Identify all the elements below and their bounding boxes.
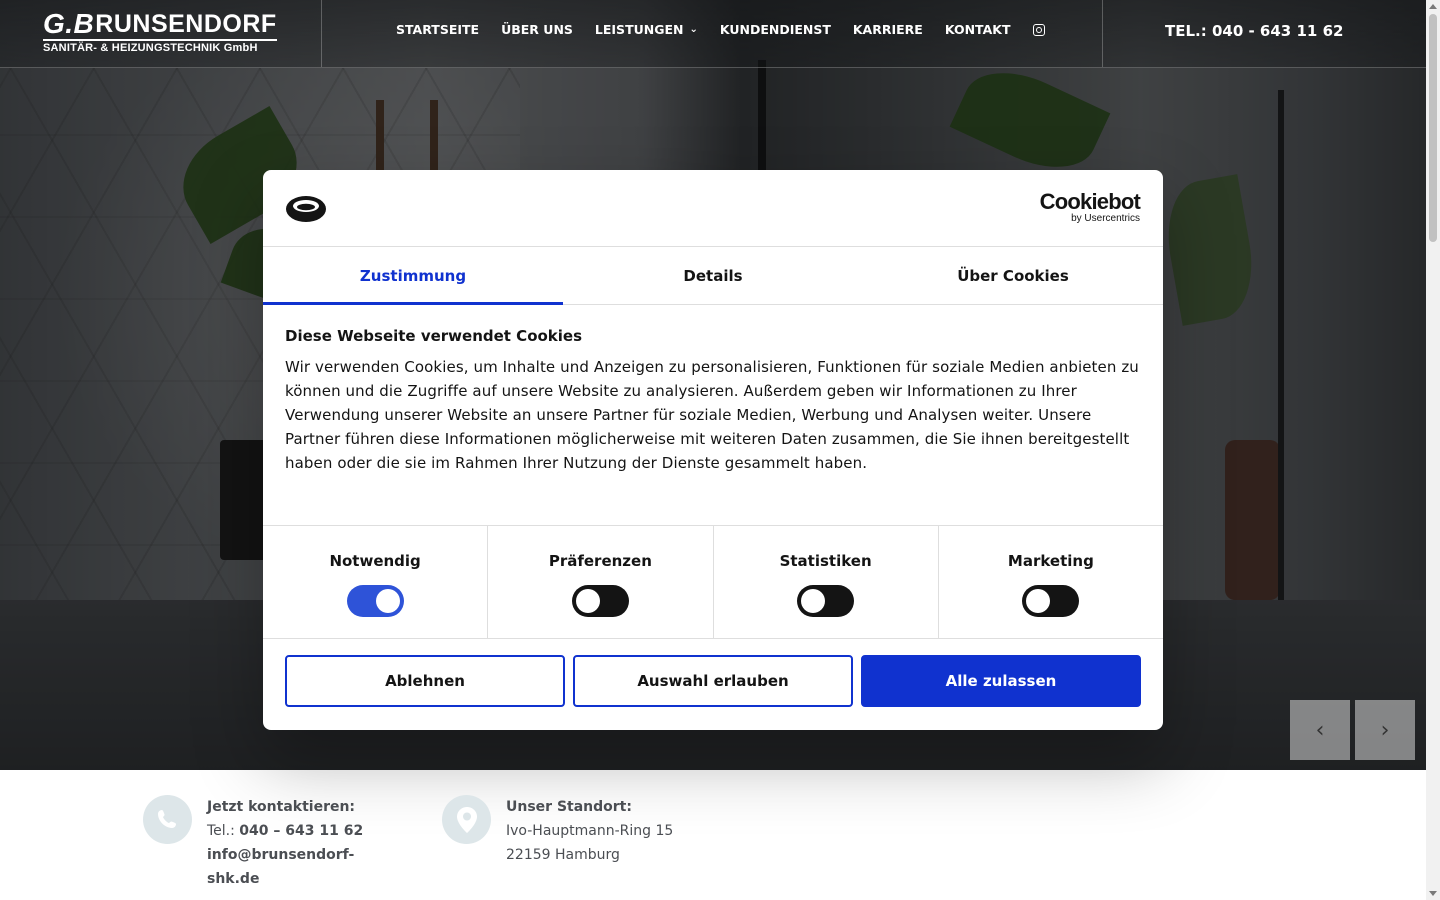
toggle-statistiken[interactable] bbox=[797, 585, 855, 617]
header-divider bbox=[1102, 0, 1103, 67]
tab-zustimmung[interactable]: Zustimmung bbox=[263, 247, 563, 305]
toggle-knob bbox=[801, 589, 826, 613]
dialog-tabs: Zustimmung Details Über Cookies bbox=[263, 247, 1163, 305]
header-divider bbox=[321, 0, 322, 67]
company-logo[interactable]: G.B RUNSENDORF SANITÄR- & HEIZUNGSTECHNIK… bbox=[43, 10, 277, 54]
nav-item-leistungen[interactable]: LEISTUNGEN ⌄ bbox=[595, 22, 698, 37]
cookiebot-byline: by Usercentrics bbox=[1071, 213, 1140, 224]
category-label: Präferenzen bbox=[548, 552, 652, 570]
tab-ueber-cookies[interactable]: Über Cookies bbox=[863, 247, 1163, 304]
logo-wordmark: G.B RUNSENDORF bbox=[43, 8, 277, 39]
main-nav: STARTSEITE ÜBER UNS LEISTUNGEN ⌄ KUNDENDI… bbox=[396, 22, 1067, 37]
nav-item-ueber-uns[interactable]: ÜBER UNS bbox=[501, 22, 573, 37]
category-marketing: Marketing bbox=[939, 526, 1163, 638]
instagram-icon bbox=[1032, 23, 1045, 36]
toggle-marketing[interactable] bbox=[1022, 585, 1080, 617]
tab-details[interactable]: Details bbox=[563, 247, 863, 304]
logo-initials: G.B bbox=[43, 8, 95, 39]
contact-email-link[interactable]: info@brunsendorf- bbox=[207, 847, 354, 863]
category-label: Notwendig bbox=[329, 552, 421, 570]
tel-label: Tel.: bbox=[207, 823, 235, 839]
header-phone[interactable]: TEL.: 040 - 643 11 62 bbox=[1165, 22, 1343, 40]
chevron-right-icon: › bbox=[1380, 717, 1390, 743]
page-scrollbar[interactable] bbox=[1426, 0, 1440, 900]
toggle-knob bbox=[375, 589, 400, 613]
location-heading: Unser Standort: bbox=[506, 799, 632, 815]
location-block: Unser Standort: Ivo-Hauptmann-Ring 15 22… bbox=[442, 795, 673, 867]
contact-info: Jetzt kontaktieren: Tel.: 040 – 643 11 6… bbox=[207, 795, 363, 891]
chevron-left-icon: ‹ bbox=[1315, 717, 1325, 743]
contact-email-link-cont[interactable]: shk.de bbox=[207, 871, 259, 887]
allow-selection-button[interactable]: Auswahl erlauben bbox=[573, 655, 853, 707]
slider-next-button[interactable]: › bbox=[1355, 700, 1415, 760]
dialog-actions: Ablehnen Auswahl erlauben Alle zulassen bbox=[263, 639, 1163, 723]
deny-button[interactable]: Ablehnen bbox=[285, 655, 565, 707]
logo-brand: RUNSENDORF bbox=[95, 10, 277, 38]
category-statistiken: Statistiken bbox=[714, 526, 939, 638]
toggle-praeferenzen[interactable] bbox=[571, 585, 629, 617]
toggle-notwendig[interactable] bbox=[346, 585, 404, 617]
category-praeferenzen: Präferenzen bbox=[488, 526, 714, 638]
category-notwendig: Notwendig bbox=[263, 526, 489, 638]
dialog-body: Diese Webseite verwendet Cookies Wir ver… bbox=[263, 305, 1163, 526]
nav-item-label: LEISTUNGEN bbox=[594, 22, 684, 37]
map-pin-icon bbox=[442, 795, 491, 844]
dialog-description: Wir verwenden Cookies, um Inhalte und An… bbox=[285, 358, 1139, 472]
scroll-up-arrow-icon[interactable] bbox=[1429, 4, 1437, 9]
cookiebot-wordmark: Cookiebot bbox=[1039, 189, 1141, 214]
allow-all-button[interactable]: Alle zulassen bbox=[861, 655, 1141, 707]
toggle-knob bbox=[575, 589, 600, 613]
site-header: G.B RUNSENDORF SANITÄR- & HEIZUNGSTECHNIK… bbox=[0, 0, 1426, 68]
dialog-header: Cookiebot by Usercentrics bbox=[263, 170, 1163, 247]
phone-icon bbox=[143, 795, 192, 844]
cookie-consent-dialog: Cookiebot by Usercentrics Zustimmung Det… bbox=[263, 170, 1163, 730]
category-label: Marketing bbox=[1007, 552, 1094, 570]
cookie-categories: Notwendig Präferenzen Statistiken Market… bbox=[263, 526, 1163, 639]
logo-tagline: SANITÄR- & HEIZUNGSTECHNIK GmbH bbox=[43, 39, 277, 54]
toggle-knob bbox=[1026, 589, 1051, 613]
category-label: Statistiken bbox=[779, 552, 872, 570]
nav-item-kontakt[interactable]: KONTAKT bbox=[945, 22, 1011, 37]
contact-heading: Jetzt kontaktieren: bbox=[207, 799, 356, 815]
instagram-link[interactable] bbox=[1032, 23, 1045, 36]
cookiebot-logo-icon bbox=[286, 196, 326, 222]
location-city: 22159 Hamburg bbox=[506, 847, 620, 863]
contact-phone-link[interactable]: 040 – 643 11 62 bbox=[239, 823, 363, 839]
scrollbar-thumb[interactable] bbox=[1429, 14, 1437, 242]
location-street: Ivo-Hauptmann-Ring 15 bbox=[506, 823, 674, 839]
contact-block: Jetzt kontaktieren: Tel.: 040 – 643 11 6… bbox=[143, 795, 363, 891]
scroll-down-arrow-icon[interactable] bbox=[1429, 891, 1437, 896]
dialog-title: Diese Webseite verwendet Cookies bbox=[285, 327, 583, 345]
nav-item-startseite[interactable]: STARTSEITE bbox=[396, 22, 479, 37]
location-info: Unser Standort: Ivo-Hauptmann-Ring 15 22… bbox=[506, 795, 673, 867]
nav-item-karriere[interactable]: KARRIERE bbox=[853, 22, 923, 37]
slider-prev-button[interactable]: ‹ bbox=[1290, 700, 1350, 760]
chevron-down-icon: ⌄ bbox=[689, 24, 698, 35]
cookiebot-brand[interactable]: Cookiebot by Usercentrics bbox=[1039, 189, 1141, 224]
nav-item-kundendienst[interactable]: KUNDENDIENST bbox=[720, 22, 831, 37]
